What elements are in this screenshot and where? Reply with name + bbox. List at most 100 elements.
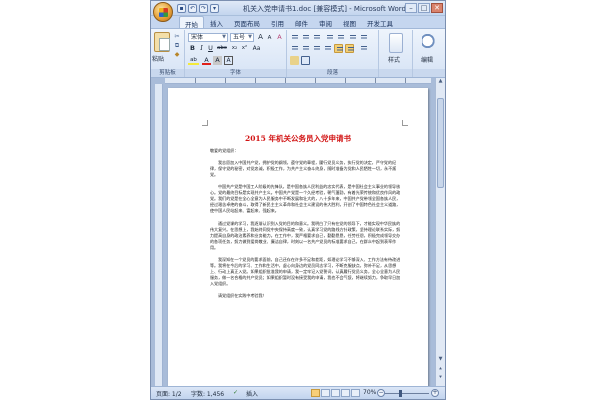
zoom-slider-track[interactable] xyxy=(385,393,429,394)
character-shading-button[interactable]: A xyxy=(213,56,222,65)
line-spacing-icon[interactable] xyxy=(345,44,354,53)
tab-view[interactable]: 视图 xyxy=(338,16,361,28)
show-marks-icon[interactable] xyxy=(359,44,368,53)
tab-references[interactable]: 引用 xyxy=(266,16,289,28)
shrink-font-button[interactable]: A xyxy=(265,34,274,43)
scroll-down-icon[interactable]: ▼ xyxy=(436,356,445,364)
ribbon-tabs: 开始 插入 页面布局 引用 邮件 审阅 视图 开发工具 xyxy=(151,16,445,29)
find-icon[interactable] xyxy=(422,33,436,53)
paste-button[interactable] xyxy=(154,32,170,52)
word-count[interactable]: 字数: 1,456 xyxy=(191,389,224,398)
numbering-icon[interactable] xyxy=(301,33,310,42)
styles-label: 样式 xyxy=(388,57,401,64)
clipboard-group-label: 剪贴板 xyxy=(151,69,184,77)
font-color-button[interactable]: A xyxy=(202,56,211,65)
document-page[interactable]: 2015 年机关公务员入党申请书 敬爱的党组织： 我志愿加入中国共产党，拥护党的… xyxy=(168,88,428,388)
status-bar: 页面: 1/2 字数: 1,456 ✓ 插入 70% − + xyxy=(151,386,445,399)
borders-icon[interactable] xyxy=(301,56,310,65)
tab-developer[interactable]: 开发工具 xyxy=(362,16,398,28)
zoom-out-button[interactable]: − xyxy=(377,389,385,397)
paragraph-group: 段落 xyxy=(287,30,379,77)
multilevel-list-icon[interactable] xyxy=(312,33,321,42)
page-count[interactable]: 页面: 1/2 xyxy=(156,389,182,398)
chevron-down-icon: ▼ xyxy=(248,34,252,40)
highlight-button[interactable]: ab xyxy=(188,56,199,65)
align-left-icon[interactable] xyxy=(290,44,299,53)
tab-page-layout[interactable]: 页面布局 xyxy=(229,16,265,28)
document-body: 敬爱的党组织： 我志愿加入中国共产党，拥护党的纲领，遵守党的章程，履行党员义务，… xyxy=(210,148,402,305)
undo-icon[interactable]: ↶ xyxy=(188,4,197,13)
align-center-icon[interactable] xyxy=(301,44,310,53)
web-layout-button[interactable] xyxy=(331,389,340,397)
zoom-slider-thumb[interactable] xyxy=(398,390,402,397)
font-name-select[interactable]: 宋体 ▼ xyxy=(188,33,228,42)
window-title: 机关入党申请书1.doc [兼容模式] - Microsoft Word xyxy=(243,5,406,13)
clear-format-button[interactable]: A xyxy=(275,33,284,42)
vertical-ruler[interactable] xyxy=(155,84,163,386)
sort-icon[interactable] xyxy=(359,33,368,42)
vertical-scrollbar[interactable]: ▲ ▼ ⯅ ⯆ xyxy=(435,78,445,386)
quick-styles-button[interactable] xyxy=(389,33,403,53)
strikethrough-button[interactable]: abc xyxy=(216,44,228,53)
character-border-button[interactable]: A xyxy=(224,56,233,65)
tab-mailings[interactable]: 邮件 xyxy=(290,16,313,28)
previous-page-icon[interactable]: ⯅ xyxy=(436,366,445,374)
ribbon: 粘贴 ✂ ⧉ ◆ 剪贴板 宋体 ▼ 五号 ▼ A A A B I U abc x₂ … xyxy=(151,28,445,78)
justify-icon[interactable] xyxy=(323,44,332,53)
font-group: 宋体 ▼ 五号 ▼ A A A B I U abc x₂ x² Aa ab A A … xyxy=(185,30,287,77)
chevron-down-icon: ▼ xyxy=(222,34,226,40)
editing-label: 编辑 xyxy=(421,57,434,64)
italic-button[interactable]: I xyxy=(197,44,206,53)
horizontal-ruler[interactable] xyxy=(165,78,431,84)
scroll-thumb[interactable] xyxy=(437,98,444,188)
title-bar: ▪ ↶ ↷ ▾ 机关入党申请书1.doc [兼容模式] - Microsoft … xyxy=(151,1,445,16)
margin-corner-top-right xyxy=(402,120,408,126)
distributed-align-icon[interactable] xyxy=(334,44,343,53)
proofing-icon[interactable]: ✓ xyxy=(233,389,238,396)
shading-icon[interactable] xyxy=(290,56,299,65)
quick-access-toolbar: ▪ ↶ ↷ ▾ xyxy=(177,4,219,13)
cut-icon[interactable]: ✂ xyxy=(173,33,181,40)
tab-home[interactable]: 开始 xyxy=(179,16,204,29)
styles-group-footer: · xyxy=(379,69,412,77)
zoom-in-button[interactable]: + xyxy=(431,389,439,397)
minimize-button[interactable]: – xyxy=(405,3,417,13)
font-size-value: 五号 xyxy=(233,34,246,41)
editing-group-footer: · xyxy=(413,69,445,77)
office-button[interactable] xyxy=(153,2,173,22)
chinese-layout-icon[interactable] xyxy=(348,33,357,42)
close-button[interactable]: ✕ xyxy=(431,3,443,13)
redo-icon[interactable]: ↷ xyxy=(199,4,208,13)
bold-button[interactable]: B xyxy=(188,44,197,53)
print-layout-view-button[interactable] xyxy=(311,389,320,397)
change-case-button[interactable]: Aa xyxy=(251,44,262,53)
scroll-up-icon[interactable]: ▲ xyxy=(436,78,445,86)
editing-group: 编辑 · xyxy=(413,30,445,77)
subscript-button[interactable]: x₂ xyxy=(230,44,239,53)
align-right-icon[interactable] xyxy=(312,44,321,53)
tab-insert[interactable]: 插入 xyxy=(205,16,228,28)
next-page-icon[interactable]: ⯆ xyxy=(436,375,445,383)
customize-qat-icon[interactable]: ▾ xyxy=(210,4,219,13)
underline-button[interactable]: U xyxy=(206,44,215,53)
insert-mode[interactable]: 插入 xyxy=(246,389,258,398)
format-painter-icon[interactable]: ◆ xyxy=(173,51,181,58)
document-area: 2015 年机关公务员入党申请书 敬爱的党组织： 我志愿加入中国共产党，拥护党的… xyxy=(151,78,445,388)
zoom-level[interactable]: 70% xyxy=(363,389,376,396)
outline-view-button[interactable] xyxy=(341,389,350,397)
decrease-indent-icon[interactable] xyxy=(325,33,334,42)
draft-view-button[interactable] xyxy=(351,389,360,397)
font-group-label: 字体 xyxy=(185,69,286,77)
paste-label: 粘贴 xyxy=(152,56,165,63)
increase-indent-icon[interactable] xyxy=(336,33,345,42)
grow-font-button[interactable]: A xyxy=(256,33,265,42)
font-size-select[interactable]: 五号 ▼ xyxy=(230,33,254,42)
superscript-button[interactable]: x² xyxy=(240,44,249,53)
save-icon[interactable]: ▪ xyxy=(177,4,186,13)
copy-icon[interactable]: ⧉ xyxy=(173,42,181,49)
bullets-icon[interactable] xyxy=(290,33,299,42)
tab-review[interactable]: 审阅 xyxy=(314,16,337,28)
full-screen-reading-button[interactable] xyxy=(321,389,330,397)
maximize-button[interactable]: □ xyxy=(418,3,430,13)
body-paragraph: 中国共产党是中国工人阶级的先锋队，是中国各族人民利益的忠实代表，是中国社会主义事… xyxy=(210,184,401,214)
